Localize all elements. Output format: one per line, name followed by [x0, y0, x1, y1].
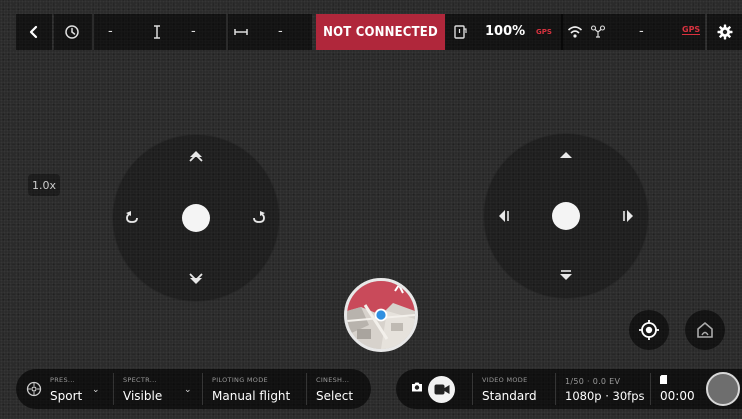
preset-selector[interactable]: PRES... Sport ⌄ [16, 369, 111, 409]
video-mode-selector[interactable]: VIDEO MODE Standard [473, 369, 555, 409]
video-camera-icon [434, 384, 450, 395]
drone-icon [590, 25, 606, 38]
sd-card-icon [660, 375, 667, 384]
right-icon [623, 210, 633, 222]
camera-settings-bar: VIDEO MODE Standard 1/50 · 0.0 EV 1080p … [396, 369, 742, 409]
spectrum-value: Visible [123, 389, 163, 403]
left-icon [499, 210, 509, 222]
right-joystick-knob[interactable] [552, 202, 580, 230]
distance-icon [234, 29, 248, 35]
drone-battery-value: - [639, 24, 644, 39]
piloting-mode-label: PILOTING MODE [212, 376, 268, 384]
divider [92, 14, 94, 50]
chevron-down-icon: ⌄ [184, 385, 192, 395]
rotate-right-icon [253, 211, 265, 223]
descend-icon [189, 273, 203, 284]
divider [226, 14, 228, 50]
map-image [347, 281, 415, 349]
right-joystick[interactable] [483, 133, 649, 299]
top-bar: - - - NOT CONNECTED 100% GPS - GPS [0, 14, 742, 50]
distance-value: - [278, 24, 283, 39]
cineshot-value: Select [316, 389, 354, 403]
storage-timer: 00:00 [651, 369, 701, 409]
controller-battery-value: 100% [485, 24, 526, 39]
toggle-knob [428, 376, 455, 403]
controller-gps-status: GPS [536, 28, 552, 36]
altitude-icon [154, 25, 160, 39]
piloting-mode-value: Manual flight [212, 389, 291, 403]
cineshot-selector[interactable]: CINESH... Select [307, 369, 371, 409]
connection-status-badge: NOT CONNECTED [316, 14, 445, 50]
drone-gps-status: GPS [682, 25, 701, 35]
center-target-button[interactable] [629, 310, 669, 350]
return-home-button[interactable] [685, 310, 725, 350]
gear-icon [717, 24, 732, 40]
record-button[interactable] [706, 372, 740, 406]
cineshot-label: CINESH... [316, 376, 350, 384]
left-joystick-knob[interactable] [182, 204, 210, 232]
recording-timer: 00:00 [660, 389, 695, 403]
flight-settings-bar: PRES... Sport ⌄ SPECTR... Visible ⌄ PILO… [16, 369, 371, 409]
speed-value: - [108, 24, 113, 39]
exposure-resolution-panel[interactable]: 1/50 · 0.0 EV 1080p · 30fps [556, 369, 650, 409]
drone-status-panel: - GPS [561, 14, 705, 50]
camera-icon [412, 382, 422, 392]
chevron-left-icon [29, 25, 38, 39]
preset-value: Sport [50, 389, 83, 403]
forward-icon [560, 152, 572, 158]
exposure-value: 1/50 · 0.0 EV [565, 377, 621, 386]
controller-battery-icon [454, 25, 467, 39]
backward-icon [560, 270, 572, 280]
altitude-value: - [191, 24, 196, 39]
rotate-left-icon [126, 211, 138, 223]
ascend-icon [189, 151, 203, 162]
chevron-down-icon: ⌄ [92, 385, 100, 395]
settings-button[interactable] [707, 14, 742, 50]
piloting-mode-selector[interactable]: PILOTING MODE Manual flight [203, 369, 306, 409]
video-mode-label: VIDEO MODE [482, 376, 528, 384]
video-mode-value: Standard [482, 389, 537, 403]
preset-label: PRES... [50, 376, 75, 384]
zoom-level[interactable]: 1.0x [28, 174, 60, 196]
home-icon [697, 321, 713, 338]
back-button[interactable] [16, 14, 52, 50]
resolution-value: 1080p · 30fps [565, 389, 645, 403]
left-joystick[interactable] [112, 134, 280, 302]
map-thumbnail[interactable] [344, 278, 418, 352]
controller-status-panel: 100% GPS [445, 14, 563, 50]
spectrum-label: SPECTR... [123, 376, 157, 384]
target-icon [639, 320, 659, 340]
preset-icon [26, 381, 42, 397]
speed-gauge-icon [65, 25, 79, 39]
photo-video-toggle[interactable] [404, 369, 466, 409]
spectrum-selector[interactable]: SPECTR... Visible ⌄ [114, 369, 202, 409]
wifi-icon [567, 26, 583, 38]
